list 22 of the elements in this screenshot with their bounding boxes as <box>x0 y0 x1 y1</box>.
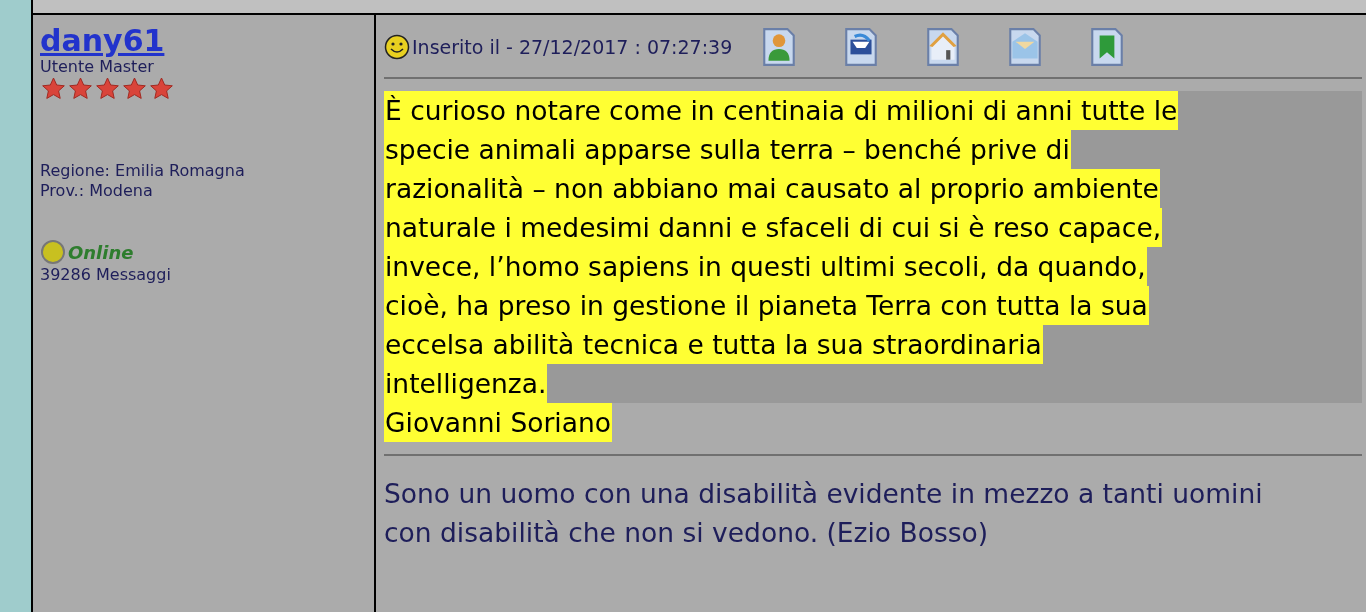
user-rank: Utente Master <box>40 57 155 77</box>
username-link[interactable]: dany61 <box>40 25 165 57</box>
online-status: Online <box>68 241 134 263</box>
quote-author: Giovanni Soriano <box>384 403 612 442</box>
home-icon <box>926 27 961 67</box>
smiley-icon <box>384 34 410 60</box>
star-icon <box>121 77 148 101</box>
star-icon <box>67 77 94 101</box>
star-icon <box>40 77 67 101</box>
star-icon <box>148 77 175 101</box>
profile-icon <box>762 27 797 67</box>
user-province: Prov.: Modena <box>40 181 154 201</box>
post-action-button[interactable] <box>844 27 879 67</box>
star-icon <box>94 77 121 101</box>
post-date: Inserito il - 27/12/2017 : 07:27:39 <box>412 36 733 58</box>
email-icon <box>1008 27 1043 67</box>
post-count: 39286 Messaggi <box>40 265 172 285</box>
user-region: Regione: Emilia Romagna <box>40 161 246 181</box>
message-icon <box>844 27 879 67</box>
post-action-button[interactable] <box>926 27 961 67</box>
bookmark-icon <box>1090 27 1125 67</box>
signature-text: Sono un uomo con una disabilità evidente in mezzo a tanti uomini con disabilità che non si vedono. (Ezio Bosso) <box>384 477 1264 550</box>
